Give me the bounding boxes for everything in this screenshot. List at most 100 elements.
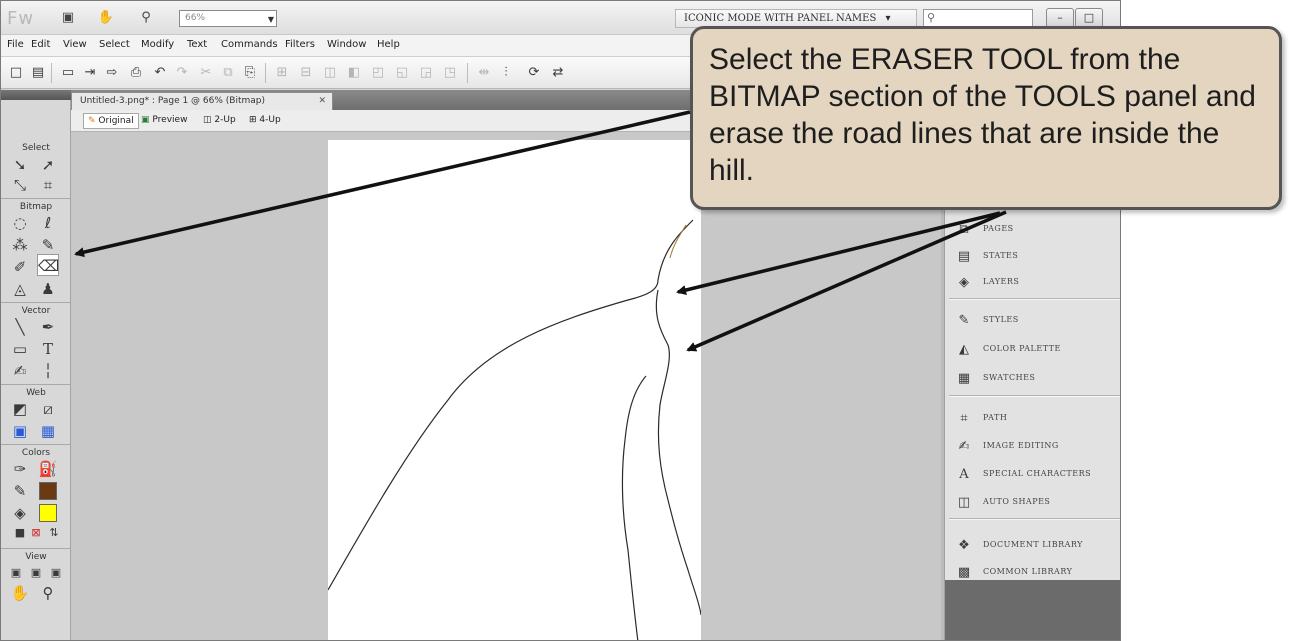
tab-label: Original: [98, 116, 134, 126]
eraser-icon[interactable]: ⌫: [37, 254, 59, 276]
panel-special-characters[interactable]: A SPECIAL CHARACTERS: [955, 464, 1120, 486]
panel-layers[interactable]: ◈ LAYERS: [955, 272, 1120, 294]
panel-divider: [949, 298, 1120, 300]
ungroup-icon[interactable]: ⊟: [297, 64, 315, 82]
full-screen-menu-icon[interactable]: ▣: [25, 562, 47, 584]
print-icon[interactable]: ⎙: [127, 64, 145, 82]
scale-tool-icon[interactable]: ⤡: [9, 174, 31, 196]
rotate-icon[interactable]: ⟳: [525, 64, 543, 82]
paste-icon[interactable]: ⎘: [241, 64, 259, 82]
menu-window[interactable]: Window: [327, 39, 366, 50]
subselect-tool-icon[interactable]: ➚: [37, 154, 59, 176]
stroke-color-swatch[interactable]: [39, 482, 57, 500]
standard-screen-icon[interactable]: ▣: [5, 562, 27, 584]
cut-icon[interactable]: ✂: [197, 64, 215, 82]
flip-icon[interactable]: ⇄: [549, 64, 567, 82]
bring-front-icon[interactable]: ◰: [369, 64, 387, 82]
menu-edit[interactable]: Edit: [31, 39, 50, 50]
hand-tool-icon[interactable]: ✋: [9, 582, 31, 604]
maximize-button[interactable]: □: [1075, 8, 1103, 28]
menu-view[interactable]: View: [63, 39, 87, 50]
lasso-tool-icon[interactable]: ℓ: [37, 212, 59, 234]
tab-preview[interactable]: ▣ Preview: [137, 113, 191, 129]
full-screen-icon[interactable]: ▣: [45, 562, 67, 584]
hotspot-tool-icon[interactable]: ◩: [9, 398, 31, 420]
show-slices-icon[interactable]: ▦: [37, 420, 59, 442]
brush-tool-icon[interactable]: ✎: [37, 234, 59, 256]
slice-tool-icon[interactable]: ⧄: [37, 398, 59, 420]
hide-slices-icon[interactable]: ▣: [9, 420, 31, 442]
line-tool-icon[interactable]: ╲: [9, 316, 31, 338]
menu-text[interactable]: Text: [187, 39, 207, 50]
layout-icon[interactable]: ▣: [59, 10, 77, 26]
zoom-select[interactable]: 66% ▼: [179, 10, 277, 27]
bring-forward-icon[interactable]: ◱: [393, 64, 411, 82]
blur-tool-icon[interactable]: ◬: [9, 278, 31, 300]
open-icon[interactable]: ▭: [59, 64, 77, 82]
rubber-stamp-tool-icon[interactable]: ♟: [37, 278, 59, 300]
new-file-icon[interactable]: □: [7, 64, 25, 82]
panel-auto-shapes[interactable]: ◫ AUTO SHAPES: [955, 492, 1120, 514]
panel-swatches[interactable]: ▦ SWATCHES: [955, 368, 1120, 390]
document-canvas[interactable]: [327, 140, 702, 640]
crop-tool-icon[interactable]: ⌗: [37, 174, 59, 196]
menu-help[interactable]: Help: [377, 39, 400, 50]
hill-outline: [327, 219, 694, 591]
send-back-icon[interactable]: ◳: [441, 64, 459, 82]
freeform-tool-icon[interactable]: ✍: [9, 360, 31, 382]
align-icon[interactable]: ⇹: [475, 64, 493, 82]
document-tab[interactable]: Untitled-3.png* : Page 1 @ 66% (Bitmap) …: [71, 92, 333, 110]
undo-icon[interactable]: ↶: [151, 64, 169, 82]
panel-document-library[interactable]: ❖ DOCUMENT LIBRARY: [955, 535, 1120, 557]
pointer-tool-icon[interactable]: ➘: [9, 154, 31, 176]
panel-path[interactable]: ⌗ PATH: [955, 408, 1120, 430]
zoom-tool-icon[interactable]: ⚲: [37, 582, 59, 604]
pen-tool-icon[interactable]: ✒: [37, 316, 59, 338]
magic-wand-tool-icon[interactable]: ⁂: [9, 234, 31, 256]
menu-select[interactable]: Select: [99, 39, 130, 50]
tools-section-web: Web: [1, 384, 71, 398]
minimize-button[interactable]: –: [1046, 8, 1074, 28]
marquee-tool-icon[interactable]: ◌: [9, 212, 31, 234]
menu-modify[interactable]: Modify: [141, 39, 174, 50]
copy-icon[interactable]: ⧉: [219, 64, 237, 82]
tab-2-up[interactable]: ◫ 2-Up: [199, 113, 240, 129]
panel-pages[interactable]: ⧉ PAGES: [955, 219, 1120, 241]
tab-4-up[interactable]: ⊞ 4-Up: [245, 113, 285, 129]
knife-tool-icon[interactable]: ╎: [37, 360, 59, 382]
panel-color-palette[interactable]: ◭ COLOR PALETTE: [955, 339, 1120, 361]
pencil-tool-icon[interactable]: ✐: [9, 256, 31, 278]
menu-file[interactable]: File: [7, 39, 24, 50]
panel-states[interactable]: ▤ STATES: [955, 246, 1120, 268]
tab-original[interactable]: ✎ Original: [83, 113, 139, 129]
hand-tool-icon[interactable]: ✋: [97, 10, 115, 26]
panel-gripper[interactable]: [1, 90, 71, 100]
tab-label: 2-Up: [214, 115, 236, 125]
panel-label: PATH: [983, 413, 1008, 422]
distribute-icon[interactable]: ⫶: [497, 64, 515, 82]
fill-color-icon[interactable]: ◈: [9, 502, 31, 524]
menu-filters[interactable]: Filters: [285, 39, 315, 50]
menu-commands[interactable]: Commands: [221, 39, 278, 50]
join-icon[interactable]: ◫: [321, 64, 339, 82]
fill-color-swatch[interactable]: [39, 504, 57, 522]
swap-colors-icon[interactable]: ⇅: [43, 522, 65, 544]
tab-label: 4-Up: [259, 115, 281, 125]
group-icon[interactable]: ⊞: [273, 64, 291, 82]
panel-styles[interactable]: ✎ STYLES: [955, 310, 1120, 332]
panel-image-editing[interactable]: ✍ IMAGE EDITING: [955, 436, 1120, 458]
export-icon[interactable]: ⇨: [103, 64, 121, 82]
import-icon[interactable]: ⇥: [81, 64, 99, 82]
zoom-tool-icon[interactable]: ⚲: [137, 10, 155, 26]
close-icon[interactable]: ✕: [318, 93, 326, 109]
stroke-color-icon[interactable]: ✎: [9, 480, 31, 502]
rectangle-tool-icon[interactable]: ▭: [9, 338, 31, 360]
text-tool-icon[interactable]: T: [37, 338, 59, 360]
eyedropper-tool-icon[interactable]: ✑: [9, 458, 31, 480]
redo-icon[interactable]: ↷: [173, 64, 191, 82]
send-backward-icon[interactable]: ◲: [417, 64, 435, 82]
paint-bucket-tool-icon[interactable]: ⛽: [37, 458, 59, 480]
split-icon[interactable]: ◧: [345, 64, 363, 82]
save-icon[interactable]: ▤: [29, 64, 47, 82]
color-palette-icon: ◭: [959, 342, 969, 357]
